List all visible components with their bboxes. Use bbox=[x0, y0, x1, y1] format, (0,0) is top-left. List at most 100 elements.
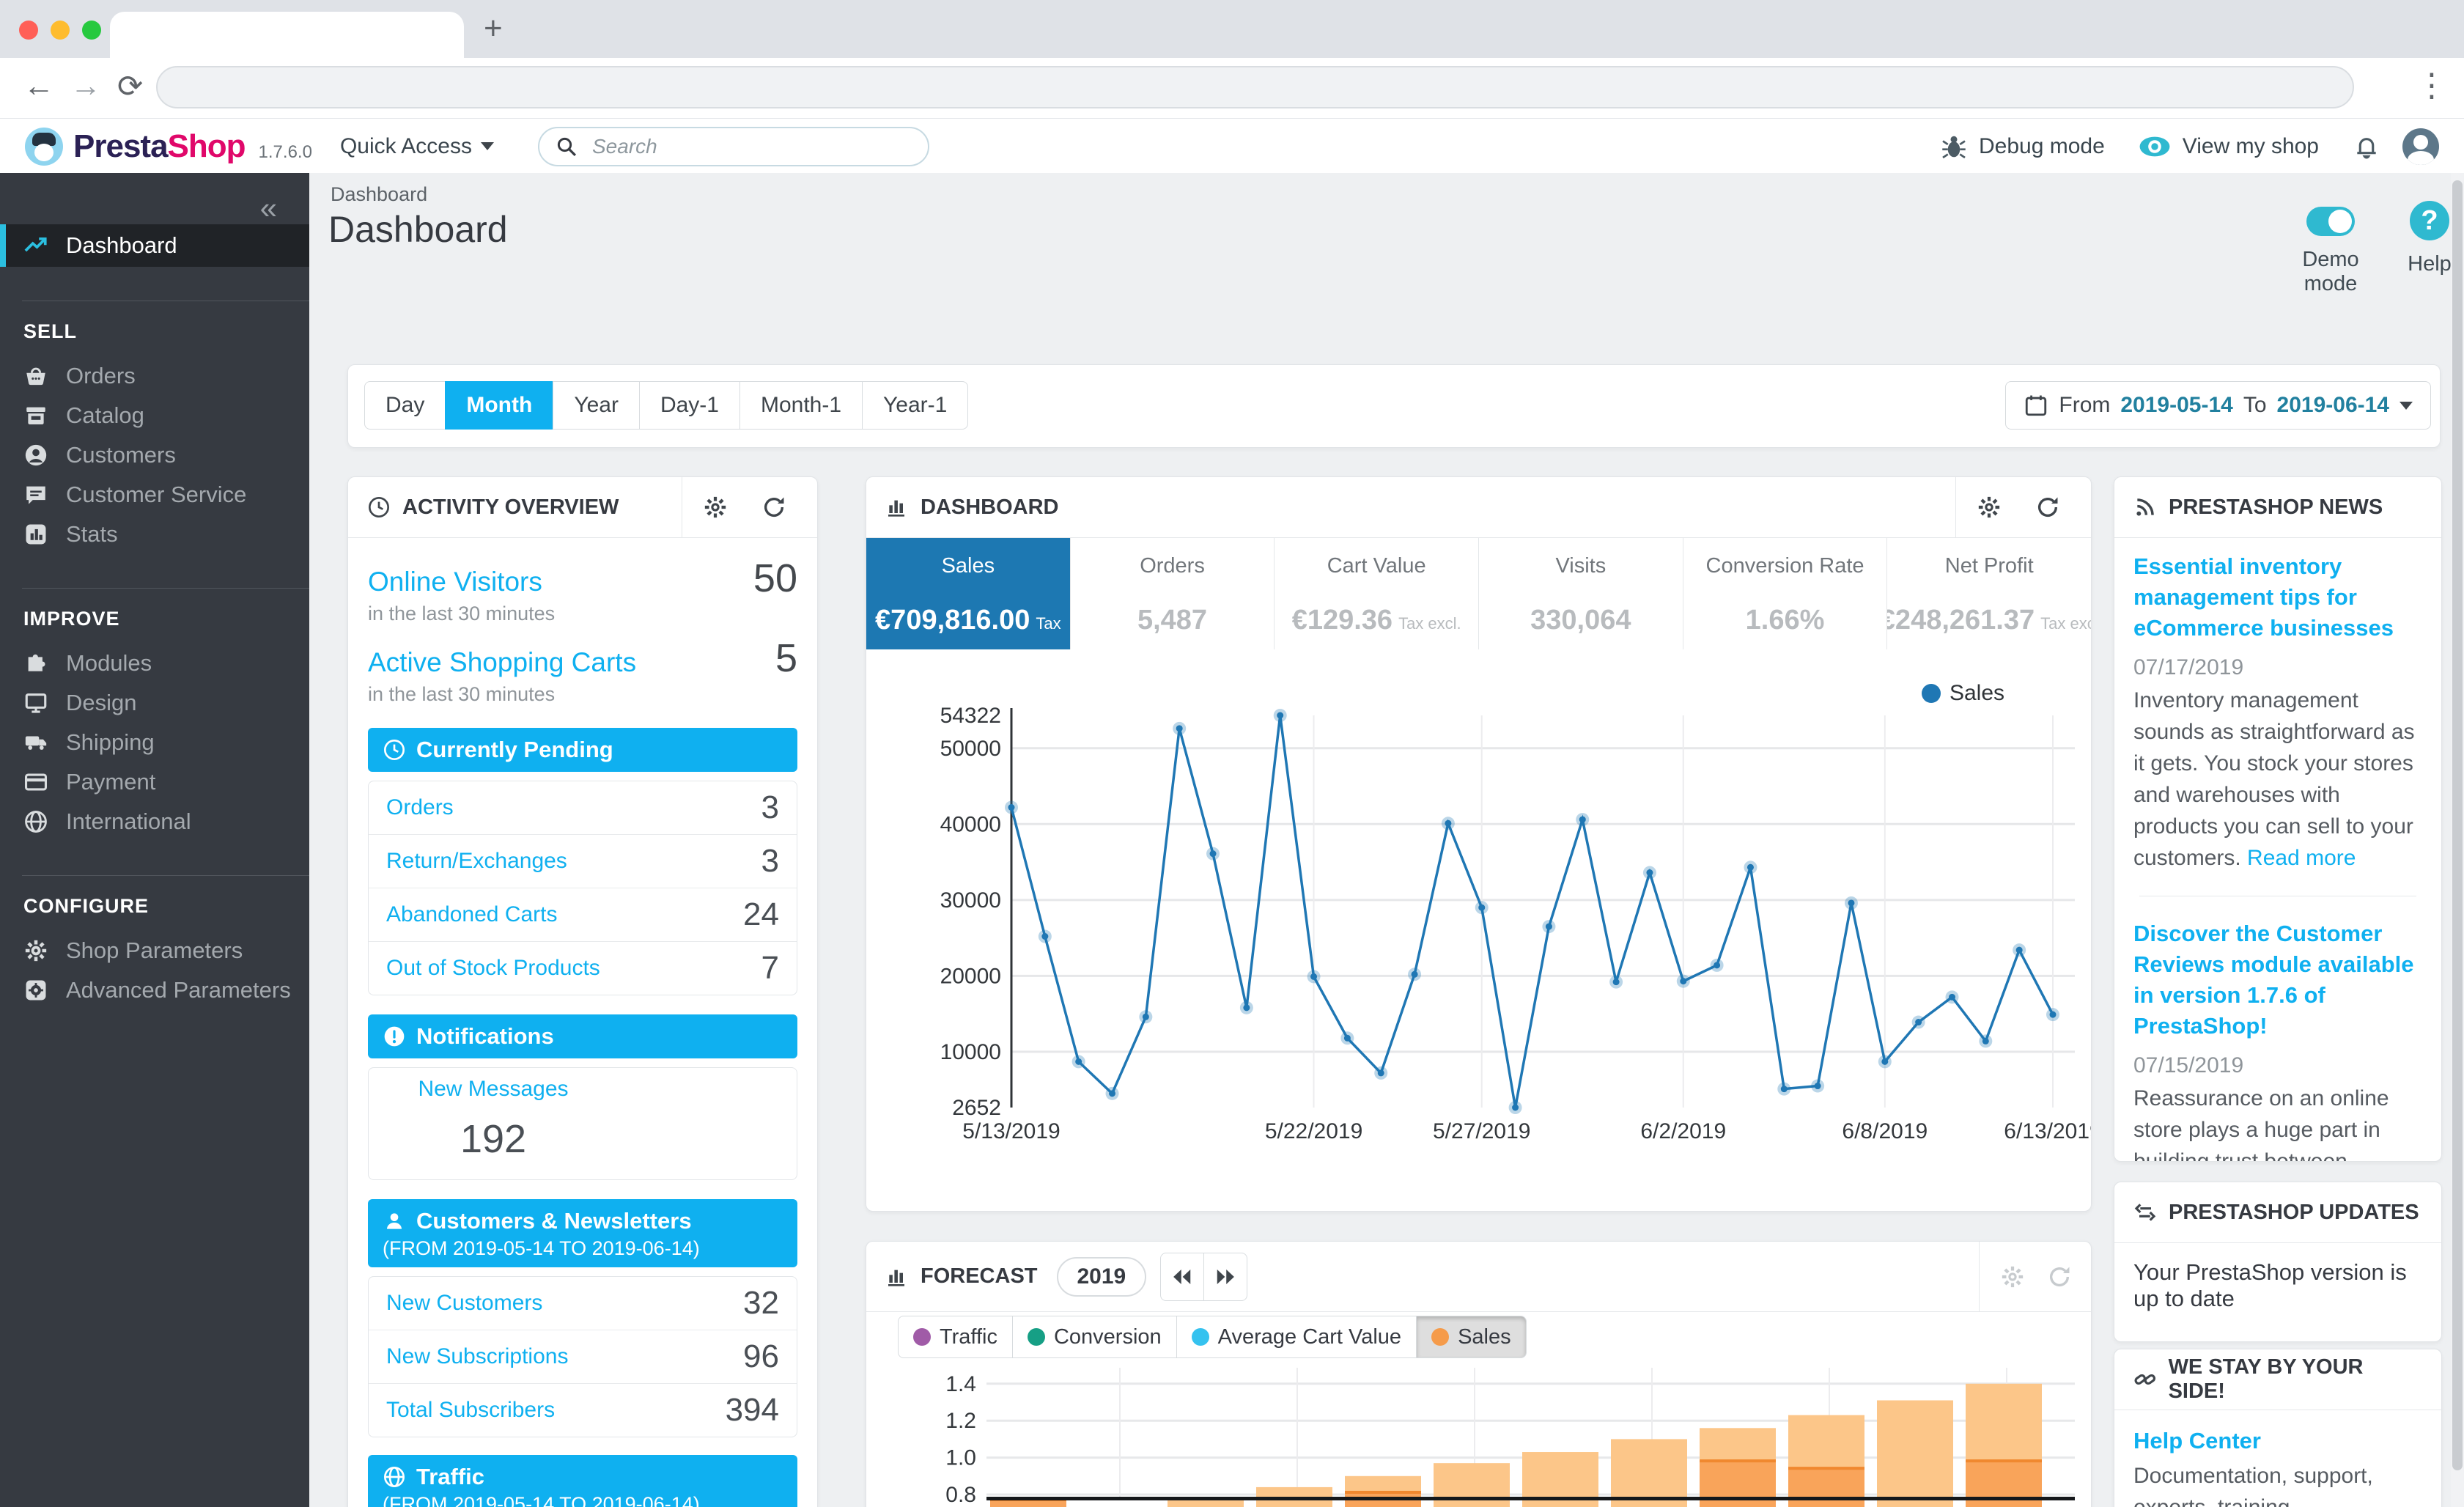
range-button-year[interactable]: Year bbox=[553, 381, 640, 430]
quick-access-dropdown[interactable]: Quick Access bbox=[340, 134, 494, 159]
reload-icon[interactable]: ⟳ bbox=[117, 68, 143, 104]
refresh-icon[interactable] bbox=[761, 495, 786, 520]
close-window-button[interactable] bbox=[19, 21, 38, 40]
new-customers-link[interactable]: New Customers bbox=[386, 1291, 542, 1316]
orders-link[interactable]: Orders bbox=[386, 795, 454, 820]
chat-icon bbox=[23, 482, 48, 507]
refresh-icon[interactable] bbox=[2047, 1264, 2072, 1289]
sidebar-item-international[interactable]: International bbox=[0, 802, 309, 841]
panel-header: WE STAY BY YOUR SIDE! bbox=[2114, 1349, 2441, 1410]
page-scrollbar[interactable] bbox=[2451, 173, 2464, 1507]
news-article-title[interactable]: Essential inventory management tips for … bbox=[2133, 551, 2422, 644]
sidebar-item-shipping[interactable]: Shipping bbox=[0, 723, 309, 762]
range-button-month-1[interactable]: Month-1 bbox=[739, 381, 863, 430]
browser-menu-icon[interactable]: ⋮ bbox=[2416, 67, 2448, 104]
new-messages-link[interactable]: New Messages bbox=[369, 1077, 618, 1102]
bar-chart-icon bbox=[885, 1265, 909, 1289]
sync-arrows-icon bbox=[2133, 1201, 2157, 1224]
metric-tab-cart-value[interactable]: Cart Value€129.36Tax excl. bbox=[1275, 538, 1479, 649]
sidebar-item-stats[interactable]: Stats bbox=[0, 515, 309, 554]
gear-icon[interactable] bbox=[1977, 495, 2002, 520]
range-button-month[interactable]: Month bbox=[445, 381, 553, 430]
total-subscribers-link[interactable]: Total Subscribers bbox=[386, 1398, 555, 1423]
forward-icon[interactable]: → bbox=[70, 68, 101, 103]
panel-header: PRESTASHOP NEWS bbox=[2114, 477, 2441, 538]
panel-header: DASHBOARD bbox=[866, 477, 2091, 538]
help-button[interactable]: ? bbox=[2410, 201, 2449, 240]
chart-legend[interactable]: Sales bbox=[1922, 681, 2004, 706]
sidebar-item-catalog[interactable]: Catalog bbox=[0, 396, 309, 435]
forecast-legend-average-cart-value[interactable]: Average Cart Value bbox=[1176, 1316, 1417, 1358]
minimize-window-button[interactable] bbox=[51, 21, 70, 40]
forecast-legend-traffic[interactable]: Traffic bbox=[898, 1316, 1013, 1358]
browser-titlebar: + bbox=[0, 0, 2464, 58]
sidebar-item-label: Shipping bbox=[66, 729, 155, 756]
metric-tab-visits[interactable]: Visits330,064 bbox=[1479, 538, 1683, 649]
sidebar-item-design[interactable]: Design bbox=[0, 683, 309, 723]
sidebar-item-orders[interactable]: Orders bbox=[0, 356, 309, 396]
metric-suffix: Tax bbox=[1036, 614, 1061, 633]
brand-wordmark: PrestaShop bbox=[73, 128, 246, 165]
search-input[interactable] bbox=[591, 134, 872, 159]
out-of-stock-products-link[interactable]: Out of Stock Products bbox=[386, 956, 600, 981]
forecast-legend-conversion[interactable]: Conversion bbox=[1012, 1316, 1177, 1358]
abandoned-carts-link[interactable]: Abandoned Carts bbox=[386, 902, 558, 927]
maximize-window-button[interactable] bbox=[82, 21, 101, 40]
sidebar-item-customers[interactable]: Customers bbox=[0, 435, 309, 475]
online-visitors-link[interactable]: Online Visitors bbox=[368, 567, 542, 597]
date-range-picker[interactable]: From 2019-05-14 To 2019-06-14 bbox=[2005, 381, 2431, 430]
metric-label: Sales bbox=[942, 554, 995, 578]
legend-dot-icon bbox=[1431, 1328, 1449, 1346]
sidebar-item-dashboard[interactable]: Dashboard bbox=[0, 224, 309, 267]
metric-value: 330,064 bbox=[1530, 605, 1631, 636]
sidebar-collapse-icon[interactable]: « bbox=[260, 191, 277, 226]
new-tab-button[interactable]: + bbox=[484, 10, 503, 47]
metric-tab-conversion-rate[interactable]: Conversion Rate1.66% bbox=[1683, 538, 1888, 649]
active-carts-sub: in the last 30 minutes bbox=[368, 683, 797, 706]
view-my-shop-link[interactable]: View my shop bbox=[2183, 134, 2319, 159]
demo-mode-toggle[interactable] bbox=[2306, 207, 2355, 236]
return-exchanges-link[interactable]: Return/Exchanges bbox=[386, 849, 567, 874]
debug-mode-label[interactable]: Debug mode bbox=[1979, 134, 2105, 159]
sidebar-item-advanced-parameters[interactable]: Advanced Parameters bbox=[0, 970, 309, 1010]
gear-icon[interactable] bbox=[2000, 1264, 2025, 1289]
refresh-icon[interactable] bbox=[2035, 495, 2060, 520]
previous-year-button[interactable] bbox=[1160, 1253, 1204, 1301]
traffic-header: Traffic (FROM 2019-05-14 TO 2019-06-14) bbox=[368, 1455, 797, 1507]
forecast-year-pill[interactable]: 2019 bbox=[1057, 1257, 1147, 1297]
read-more-link[interactable]: Read more bbox=[2247, 846, 2356, 870]
sidebar-item-customer-service[interactable]: Customer Service bbox=[0, 475, 309, 515]
help-center-link[interactable]: Help Center bbox=[2114, 1410, 2441, 1454]
rss-icon bbox=[2133, 495, 2157, 519]
bug-icon[interactable] bbox=[1941, 133, 1967, 160]
range-button-day[interactable]: Day bbox=[364, 381, 446, 430]
scrollbar-thumb[interactable] bbox=[2452, 180, 2463, 1470]
forecast-legend-sales[interactable]: Sales bbox=[1416, 1316, 1527, 1358]
metric-tab-orders[interactable]: Orders5,487 bbox=[1071, 538, 1275, 649]
breadcrumb[interactable]: Dashboard bbox=[331, 183, 427, 206]
active-carts-link[interactable]: Active Shopping Carts bbox=[368, 647, 636, 678]
svg-text:2652: 2652 bbox=[952, 1096, 1001, 1120]
store-icon bbox=[23, 403, 48, 428]
new-subscriptions-link[interactable]: New Subscriptions bbox=[386, 1344, 568, 1369]
bell-icon[interactable] bbox=[2353, 133, 2380, 161]
address-bar[interactable] bbox=[156, 66, 2354, 108]
sidebar-item-shop-parameters[interactable]: Shop Parameters bbox=[0, 931, 309, 970]
gear-icon[interactable] bbox=[703, 495, 728, 520]
sidebar-item-payment[interactable]: Payment bbox=[0, 762, 309, 802]
next-year-button[interactable] bbox=[1203, 1253, 1247, 1301]
sidebar-item-label: Advanced Parameters bbox=[66, 977, 291, 1003]
metric-tab-net-profit[interactable]: Net Profit€248,261.37Tax excl bbox=[1887, 538, 2091, 649]
range-button-year-1[interactable]: Year-1 bbox=[862, 381, 968, 430]
back-icon[interactable]: ← bbox=[23, 68, 54, 103]
range-button-day-1[interactable]: Day-1 bbox=[639, 381, 740, 430]
sidebar-item-modules[interactable]: Modules bbox=[0, 644, 309, 683]
row-value: 3 bbox=[761, 843, 779, 880]
svg-text:5/22/2019: 5/22/2019 bbox=[1265, 1119, 1362, 1143]
metric-tab-sales[interactable]: Sales€709,816.00Tax bbox=[866, 538, 1071, 649]
search-box[interactable] bbox=[538, 127, 929, 166]
browser-tab[interactable] bbox=[110, 12, 464, 58]
user-avatar[interactable] bbox=[2402, 128, 2439, 165]
exclamation-circle-icon bbox=[383, 1025, 406, 1048]
news-article-title[interactable]: Discover the Customer Reviews module ava… bbox=[2133, 918, 2422, 1042]
